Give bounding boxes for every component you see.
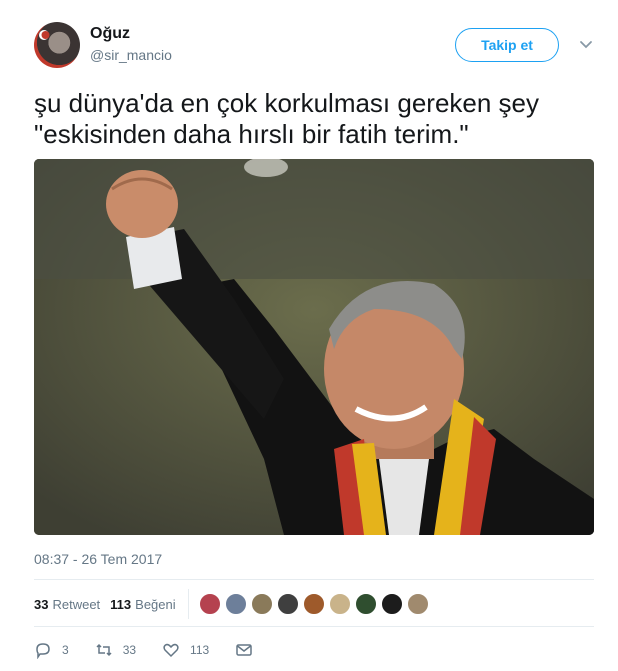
chevron-down-icon[interactable] [579,38,593,52]
liker-avatar[interactable] [302,593,325,615]
reply-icon [36,643,50,659]
follow-button[interactable]: Takip et [455,28,559,62]
flag-icon [39,30,50,40]
stats-separator [187,589,189,619]
heart-icon [163,643,179,658]
like-count-action: 113 [190,643,210,657]
like-count[interactable]: 113 [110,597,131,612]
tweet-text: şu dünya'da en çok korkulması gereken şe… [34,88,540,149]
liker-avatar[interactable] [406,593,429,615]
divider [34,579,594,580]
liker-avatar[interactable] [328,593,351,615]
liker-avatar[interactable] [354,593,377,615]
tweet-timestamp[interactable]: 08:37 - 26 Tem 2017 [34,551,162,567]
tweet-stats: 33 Retweet 113 Beğeni [34,589,433,619]
retweet-count-action: 33 [122,643,137,657]
tweet-header: Oğuz @sir_mancio Takip et [34,20,594,70]
user-name[interactable]: Oğuz [90,25,130,43]
liker-avatar[interactable] [276,593,299,615]
tweet-photo[interactable] [34,159,594,535]
liker-avatar[interactable] [198,593,221,615]
reply-action[interactable]: 3 [34,641,69,659]
retweet-count[interactable]: 33 [34,597,48,612]
message-icon [236,644,252,656]
retweet-action[interactable]: 33 [95,641,136,659]
reply-count: 3 [62,643,69,657]
divider [34,626,594,627]
avatar[interactable] [34,22,80,68]
like-action[interactable]: 113 [162,641,209,659]
tweet-actions: 3 33 113 [34,640,289,660]
like-label[interactable]: Beğeni [135,597,175,612]
photo-illustration [34,159,594,535]
liker-avatar[interactable] [224,593,247,615]
liker-avatar[interactable] [380,593,403,615]
message-action[interactable] [235,641,263,659]
liker-avatar[interactable] [250,593,273,615]
retweet-label[interactable]: Retweet [52,597,100,612]
retweet-icon [96,643,112,657]
user-handle[interactable]: @sir_mancio [90,47,172,63]
likers-avatars [198,593,433,615]
